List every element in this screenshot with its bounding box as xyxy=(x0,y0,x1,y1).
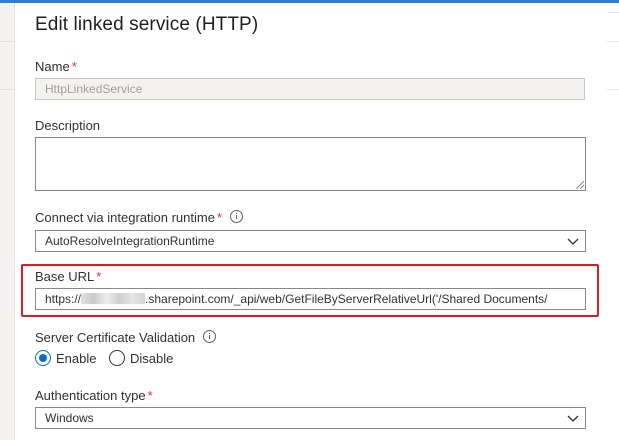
background-panel-right xyxy=(607,3,619,440)
required-marker: * xyxy=(71,59,77,74)
auth-type-value: Windows xyxy=(45,411,94,425)
radio-checked-icon[interactable] xyxy=(35,350,51,366)
auth-type-select[interactable]: Windows xyxy=(35,407,586,429)
cert-validation-label-text: Server Certificate Validation xyxy=(35,330,196,345)
radio-enable-label: Enable xyxy=(56,350,97,366)
resize-handle-icon[interactable] xyxy=(576,181,584,189)
info-icon[interactable] xyxy=(203,330,217,343)
background-panel-left xyxy=(0,3,15,440)
integration-runtime-select[interactable]: AutoResolveIntegrationRuntime xyxy=(35,230,586,252)
name-label-text: Name xyxy=(35,59,70,74)
panel-title: Edit linked service (HTTP) xyxy=(35,14,259,35)
base-url-prefix: https:// xyxy=(45,292,82,306)
radio-disable[interactable]: Disable xyxy=(109,350,173,366)
required-marker: * xyxy=(147,388,153,403)
integration-runtime-label: Connect via integration runtime * xyxy=(35,209,243,225)
base-url-label: Base URL * xyxy=(35,269,101,284)
required-marker: * xyxy=(96,269,102,284)
chevron-down-icon xyxy=(567,238,579,245)
base-url-input[interactable]: https:// .sharepoint.com/_api/web/GetFile… xyxy=(35,288,586,310)
description-label: Description xyxy=(35,118,100,133)
integration-runtime-value: AutoResolveIntegrationRuntime xyxy=(45,234,215,248)
name-input-placeholder: HttpLinkedService xyxy=(45,82,143,96)
base-url-label-text: Base URL xyxy=(35,269,95,284)
radio-enable[interactable]: Enable xyxy=(35,350,96,366)
auth-type-label-text: Authentication type xyxy=(35,388,146,403)
required-marker: * xyxy=(216,210,222,225)
integration-runtime-label-text: Connect via integration runtime xyxy=(35,210,215,225)
description-textarea[interactable] xyxy=(35,137,586,191)
cert-validation-label: Server Certificate Validation xyxy=(35,329,217,345)
name-input[interactable]: HttpLinkedService xyxy=(35,78,585,100)
top-accent-bar xyxy=(0,0,619,3)
auth-type-label: Authentication type * xyxy=(35,388,153,403)
name-label: Name * xyxy=(35,59,77,74)
base-url-suffix: .sharepoint.com/_api/web/GetFileByServer… xyxy=(145,292,548,306)
radio-disable-label: Disable xyxy=(130,350,174,366)
info-icon[interactable] xyxy=(230,210,243,223)
radio-unchecked-icon[interactable] xyxy=(109,350,125,366)
chevron-down-icon xyxy=(567,415,579,422)
redacted-tenant-blur xyxy=(81,293,146,304)
description-label-text: Description xyxy=(35,118,101,133)
